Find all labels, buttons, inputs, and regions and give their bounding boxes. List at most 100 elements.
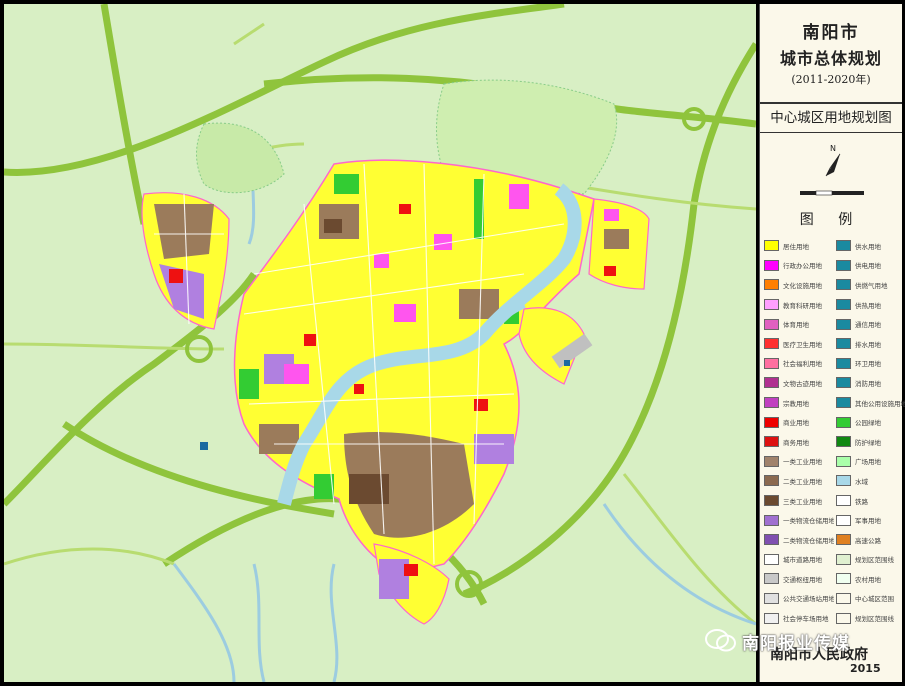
- legend-item: 广场用地: [836, 452, 905, 472]
- legend-swatch: [764, 455, 779, 467]
- legend-swatch: [836, 318, 851, 330]
- legend-item: 供热用地: [836, 295, 905, 315]
- legend-item: 一类工业用地: [764, 452, 834, 472]
- legend-left-column: 居住用地 行政办公用地 文化设施用地 教育科研用地 体育用地 医疗卫生用地 社会福利用地 文物…: [764, 236, 834, 628]
- legend-label: 防护绿地: [855, 438, 881, 447]
- legend-swatch: [764, 436, 779, 448]
- legend-swatch: [764, 338, 779, 350]
- legend-swatch: [836, 573, 851, 585]
- legend-swatch: [764, 357, 779, 369]
- legend-swatch: [764, 592, 779, 604]
- legend-swatch: [764, 573, 779, 585]
- legend-swatch: [764, 299, 779, 311]
- legend-swatch: [836, 377, 851, 389]
- legend-label: 一类工业用地: [783, 458, 822, 467]
- title-block: 南阳市 城市总体规划 (2011-2020年): [760, 4, 902, 104]
- legend-item: 行政办公用地: [764, 256, 834, 276]
- issue-year: 2015: [850, 662, 881, 675]
- legend-label: 供燃气用地: [855, 281, 888, 290]
- plan-name: 城市总体规划: [779, 49, 882, 68]
- legend-item: 一类物流仓储用地: [764, 510, 834, 530]
- legend-swatch: [836, 338, 851, 350]
- legend-label: 教育科研用地: [783, 301, 822, 310]
- legend-swatch: [836, 397, 851, 409]
- legend-label: 广场用地: [855, 458, 881, 467]
- legend-title: 图 例: [799, 212, 863, 228]
- scale-bar-icon: [798, 186, 868, 198]
- city-name: 南阳市: [802, 23, 860, 43]
- legend-swatch: [764, 612, 779, 624]
- legend-item: 供燃气用地: [836, 275, 905, 295]
- legend-item: 商业用地: [764, 412, 834, 432]
- legend-item: 军事用地: [836, 510, 905, 530]
- legend-item: 供水用地: [836, 236, 905, 256]
- legend-label: 消防用地: [855, 379, 881, 388]
- legend-swatch: [836, 475, 851, 487]
- legend-swatch: [764, 377, 779, 389]
- green-zone: [196, 122, 285, 194]
- legend-swatch: [764, 416, 779, 428]
- legend-item: 社会福利用地: [764, 354, 834, 374]
- legend-item: 供电用地: [836, 256, 905, 276]
- legend-swatch: [764, 397, 779, 409]
- legend-label: 交通枢纽用地: [783, 575, 822, 584]
- legend-item: 环卫用地: [836, 354, 905, 374]
- legend-item: 教育科研用地: [764, 295, 834, 315]
- legend-item: 通信用地: [836, 314, 905, 334]
- legend-item: 排水用地: [836, 334, 905, 354]
- legend-label: 宗教用地: [783, 399, 809, 408]
- legend-label: 二类物流仓储用地: [783, 536, 834, 545]
- legend-item: 公园绿地: [836, 412, 905, 432]
- legend-item: 文物古迹用地: [764, 373, 834, 393]
- legend-swatch: [764, 318, 779, 330]
- watermark-text: 南阳报业传媒: [742, 633, 850, 654]
- legend-swatch: [836, 455, 851, 467]
- legend-item: 中心城区范围: [836, 589, 905, 609]
- legend-label: 其他公用设施用地: [855, 399, 905, 408]
- legend-swatch: [764, 475, 779, 487]
- legend-swatch: [764, 259, 779, 271]
- legend-panel: 南阳市 城市总体规划 (2011-2020年) 中心城区用地规划图 N 图 例 …: [759, 4, 905, 682]
- legend-label: 环卫用地: [855, 360, 881, 369]
- legend-label: 文化设施用地: [783, 281, 822, 290]
- legend-label: 公园绿地: [855, 419, 881, 428]
- legend-item: 高速公路: [836, 530, 905, 550]
- legend-swatch: [836, 259, 851, 271]
- legend-item: 农村用地: [836, 569, 905, 589]
- legend-item: 规划区范围线: [836, 550, 905, 570]
- legend-swatch: [764, 514, 779, 526]
- map-frame: 南阳市 城市总体规划 (2011-2020年) 中心城区用地规划图 N 图 例 …: [0, 0, 905, 686]
- legend-swatch: [836, 416, 851, 428]
- legend-label: 通信用地: [855, 321, 881, 330]
- legend-label: 行政办公用地: [783, 262, 822, 271]
- legend-swatch: [836, 534, 851, 546]
- legend-right-column: 供水用地供电用地供燃气用地供热用地通信用地排水用地环卫用地消防用地其他公用设施用…: [836, 236, 905, 628]
- wechat-icon: [704, 628, 738, 654]
- legend-label: 居住用地: [783, 242, 809, 251]
- legend-swatch: [836, 279, 851, 291]
- legend-label: 规划区范围线: [855, 556, 894, 565]
- legend-item: 防护绿地: [836, 432, 905, 452]
- watermark: 南阳报业传媒: [704, 628, 850, 654]
- legend-item: 规划区范围线: [836, 608, 905, 628]
- legend-swatch: [836, 299, 851, 311]
- legend-label: 排水用地: [855, 340, 881, 349]
- legend-label: 供水用地: [855, 242, 881, 251]
- legend-swatch: [836, 357, 851, 369]
- legend-swatch: [764, 240, 779, 252]
- legend-item: 居住用地: [764, 236, 834, 256]
- legend-item: 交通枢纽用地: [764, 569, 834, 589]
- legend-label: 商务用地: [783, 438, 809, 447]
- legend-label: 商业用地: [783, 419, 809, 428]
- map-canvas: [4, 4, 756, 682]
- legend-swatch: [836, 592, 851, 604]
- legend-label: 社会停车场用地: [783, 615, 829, 624]
- legend-label: 三类工业用地: [783, 497, 822, 506]
- legend-item: 公共交通场站用地: [764, 589, 834, 609]
- legend-item: 文化设施用地: [764, 275, 834, 295]
- legend-item: 铁路: [836, 491, 905, 511]
- legend-label: 水域: [855, 477, 868, 486]
- legend-item: 宗教用地: [764, 393, 834, 413]
- legend-label: 医疗卫生用地: [783, 340, 822, 349]
- legend-swatch: [764, 534, 779, 546]
